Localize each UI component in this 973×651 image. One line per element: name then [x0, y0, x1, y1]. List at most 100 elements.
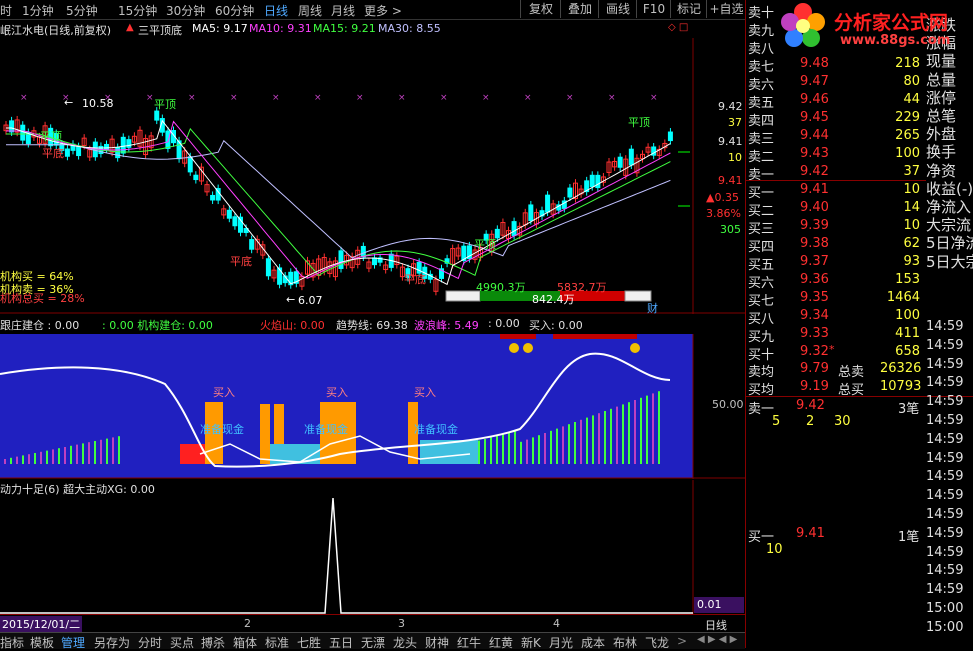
indicator-bar — [640, 397, 642, 464]
x-marker: × — [272, 93, 280, 103]
inflow-left-label: 4990.3万 — [476, 281, 526, 294]
add-watchlist-button[interactable]: +自选 — [706, 0, 746, 18]
stats-column — [922, 0, 973, 360]
tab-red-yellow[interactable]: 红黄 — [489, 634, 513, 651]
tab-leader[interactable]: 龙头 — [393, 634, 417, 651]
candlestick-chart[interactable]: × × × × × × × × × × × × × × × × — [0, 38, 745, 314]
tab-flying-dragon[interactable]: 飞龙 — [645, 634, 669, 651]
indicator-bar — [544, 433, 546, 464]
pattern-name: 三平顶底 — [138, 24, 182, 37]
period-tick[interactable]: 时 — [0, 2, 12, 19]
buy-signal-label: 买入 — [414, 386, 436, 399]
tab-red-bull[interactable]: 红牛 — [457, 634, 481, 651]
level-volume: 100 — [895, 146, 920, 161]
tab-five-day[interactable]: 五日 — [329, 634, 353, 651]
cash-ready-label: 准备现金 — [414, 423, 458, 436]
indicator-bar — [46, 450, 48, 464]
tab-save-as[interactable]: 另存为 — [94, 634, 130, 651]
cash-ready-label: 准备现金 — [304, 423, 348, 436]
flat-top-label: 平顶 — [154, 98, 176, 111]
time-tick: 14:59 — [926, 582, 964, 598]
level-label: 买一 — [748, 186, 775, 201]
period-monthly[interactable]: 月线 — [331, 2, 355, 19]
indicator-bar — [622, 404, 624, 464]
time-tick: 14:59 — [926, 431, 964, 447]
indicator-bar — [82, 443, 84, 464]
period-more[interactable]: 更多 > — [364, 2, 402, 19]
tab-moonlight[interactable]: 月光 — [549, 634, 573, 651]
overlay-button[interactable]: 叠加 — [560, 0, 599, 18]
period-30min[interactable]: 30分钟 — [166, 2, 205, 19]
flat-bottom-label: 平底 — [230, 255, 252, 268]
period-weekly[interactable]: 周线 — [298, 2, 322, 19]
buy-signal-label: 买入 — [326, 386, 348, 399]
tabs-scroll-icon[interactable]: ◀ ▶ ◀ ▶ — [697, 634, 737, 645]
indicator-bar — [508, 433, 510, 464]
ind2-axis-label: 0.01 — [697, 598, 722, 611]
tab-cost[interactable]: 成本 — [581, 634, 605, 651]
indicator-bar — [64, 447, 66, 464]
tab-manage[interactable]: 管理 — [61, 634, 85, 651]
level-volume: 229 — [895, 110, 920, 125]
month-tick: 2 — [244, 617, 251, 630]
tab-seven-wins[interactable]: 七胜 — [297, 634, 321, 651]
tab-box[interactable]: 箱体 — [233, 634, 257, 651]
time-tick: 14:59 — [926, 394, 964, 410]
indicator-bar — [550, 430, 552, 464]
wealth-icon: 财 — [647, 302, 658, 315]
indicator-bar — [34, 453, 36, 464]
period-indicator[interactable]: 日线 — [705, 617, 727, 633]
pattern-arrow-icon: ▲ — [126, 22, 134, 33]
level-label: 买四 — [748, 240, 775, 255]
tab-buy-point[interactable]: 买点 — [170, 634, 194, 651]
period-daily[interactable]: 日线 — [264, 2, 288, 19]
tab-timeshare[interactable]: 分时 — [138, 634, 162, 651]
period-5min[interactable]: 5分钟 — [66, 2, 98, 19]
inflow-right-label: 5832.7万 — [557, 281, 607, 294]
tab-indicator[interactable]: 指标 — [0, 634, 24, 651]
ind1-trend: 趋势线: 69.38 — [336, 319, 408, 332]
ind1-fire: 火焰山: 0.00 — [260, 319, 325, 332]
level-label: 买八 — [748, 312, 775, 327]
high-arrow-icon: ← — [64, 96, 74, 109]
level-price: 9.41 — [800, 182, 829, 197]
ma5-value: MA5: 9.17 — [192, 22, 248, 35]
ind1-inst-build: : 0.00 机构建仓: 0.00 — [102, 319, 213, 332]
period-toolbar: 时 1分钟 5分钟 15分钟 30分钟 60分钟 日线 周线 月线 更多 > 复… — [0, 0, 745, 20]
flat-bottom-label: 平底 — [404, 273, 426, 286]
level-price: 9.47 — [800, 74, 829, 89]
indicator-bar — [598, 413, 600, 464]
time-tick: 14:59 — [926, 507, 964, 522]
price-axis-label: 9.42 — [718, 100, 743, 113]
period-15min[interactable]: 15分钟 — [118, 2, 157, 19]
indicator2-panel[interactable] — [0, 480, 745, 614]
indicator1-panel[interactable] — [0, 334, 745, 479]
tab-new-k[interactable]: 新K — [521, 634, 541, 651]
x-marker: × — [650, 93, 658, 103]
indicator-bar — [556, 428, 558, 464]
tab-template[interactable]: 模板 — [30, 634, 54, 651]
indicator-bar — [634, 400, 636, 464]
candles-group — [3, 107, 673, 296]
draw-button[interactable]: 画线 — [598, 0, 637, 18]
level-volume: 100 — [895, 308, 920, 323]
tab-bollinger[interactable]: 布林 — [613, 634, 637, 651]
flat-top-label: 平顶 — [628, 116, 650, 129]
tabs-nav-icon[interactable]: > — [677, 634, 687, 648]
indicator-bar — [574, 422, 576, 464]
level-label: 买五 — [748, 258, 775, 273]
period-1min[interactable]: 1分钟 — [22, 2, 54, 19]
ind1-zero: : 0.00 — [488, 317, 520, 330]
mark-button[interactable]: 标记 — [670, 0, 707, 18]
fuquan-button[interactable]: 复权 — [520, 0, 561, 18]
f10-button[interactable]: F10 — [636, 0, 671, 18]
level-volume: 14 — [903, 200, 920, 215]
period-60min[interactable]: 60分钟 — [215, 2, 254, 19]
tab-fight[interactable]: 搏杀 — [201, 634, 225, 651]
level-price: 9.48 — [800, 56, 829, 71]
collapse-icon[interactable]: ◇ □ — [668, 22, 688, 33]
x-marker: × — [398, 93, 406, 103]
tab-standard[interactable]: 标准 — [265, 634, 289, 651]
tab-wealth-god[interactable]: 财神 — [425, 634, 449, 651]
tab-no-drift[interactable]: 无漂 — [361, 634, 385, 651]
